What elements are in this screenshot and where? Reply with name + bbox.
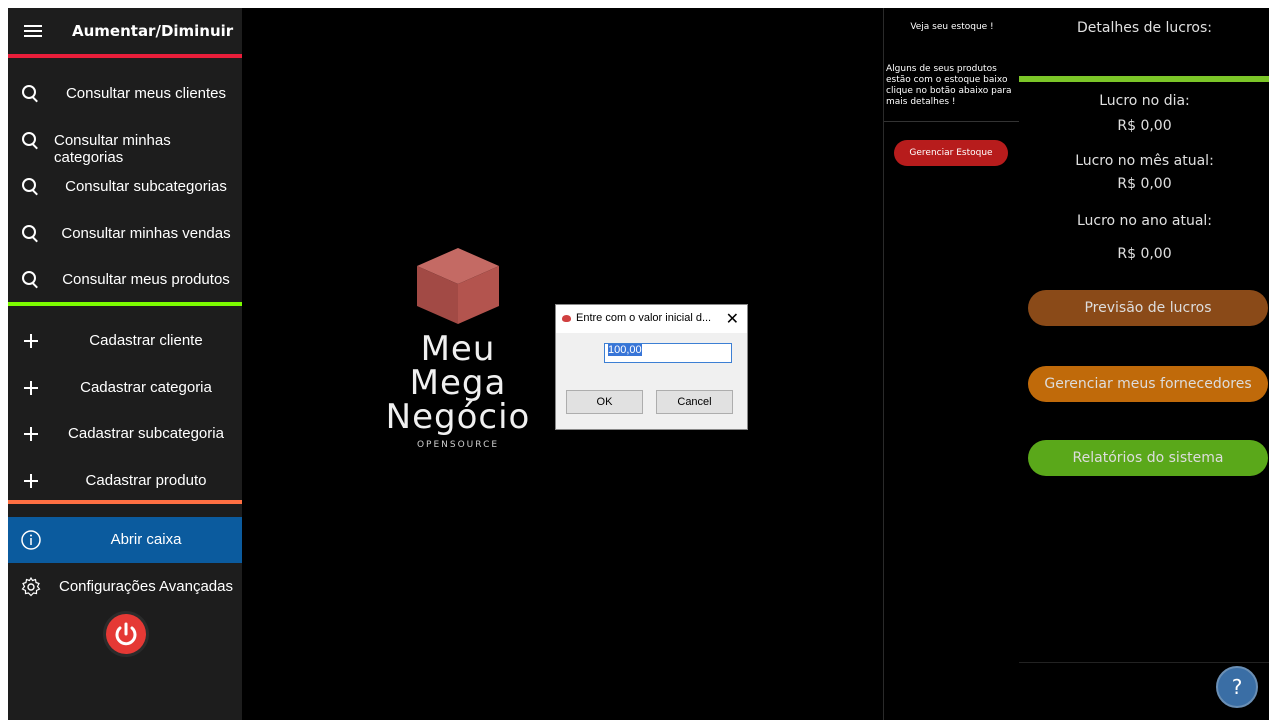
help-button[interactable]: ? bbox=[1216, 666, 1258, 708]
power-button[interactable] bbox=[106, 614, 146, 654]
sidebar-item-label: Cadastrar subcategoria bbox=[68, 425, 224, 442]
search-icon bbox=[20, 130, 42, 152]
profit-title: Detalhes de lucros: bbox=[1076, 20, 1213, 36]
sidebar-item-cadastrar-cliente[interactable]: Cadastrar cliente bbox=[8, 318, 242, 364]
sidebar-item-cadastrar-categoria[interactable]: Cadastrar categoria bbox=[8, 365, 242, 411]
initial-value-input[interactable]: 100,00 bbox=[604, 343, 732, 363]
sidebar-item-label: Abrir caixa bbox=[110, 531, 182, 548]
sidebar-header: Aumentar/Diminuir bbox=[8, 8, 242, 56]
profit-day-label: Lucro no dia: bbox=[1099, 93, 1190, 109]
plus-icon bbox=[20, 470, 42, 492]
sidebar-item-label: Cadastrar categoria bbox=[80, 379, 212, 396]
profit-year-value: R$ 0,00 bbox=[1117, 246, 1172, 262]
header-divider bbox=[8, 54, 242, 58]
stock-divider bbox=[884, 121, 1020, 122]
profit-day-value: R$ 0,00 bbox=[1117, 118, 1172, 134]
profit-divider bbox=[1019, 76, 1269, 82]
sidebar-item-configuracoes[interactable]: Configurações Avançadas bbox=[8, 564, 242, 610]
sidebar-item-consultar-clientes[interactable]: Consultar meus clientes bbox=[8, 71, 242, 117]
search-icon bbox=[20, 83, 42, 105]
ok-button[interactable]: OK bbox=[566, 390, 643, 414]
profit-bottom-divider bbox=[1019, 662, 1269, 663]
sidebar-item-label: Consultar minhas vendas bbox=[61, 225, 231, 242]
app-icon bbox=[562, 315, 571, 322]
close-icon[interactable]: ✕ bbox=[726, 309, 739, 329]
plus-icon bbox=[20, 423, 42, 445]
search-icon bbox=[20, 176, 42, 198]
sidebar-item-consultar-subcategorias[interactable]: Consultar subcategorias bbox=[8, 164, 242, 210]
plus-icon bbox=[20, 330, 42, 352]
plus-icon bbox=[20, 377, 42, 399]
logo-word-3: Negócio bbox=[385, 397, 531, 437]
profit-year-label: Lucro no ano atual: bbox=[1076, 213, 1213, 229]
sidebar-item-label: Consultar meus clientes bbox=[65, 85, 227, 102]
profit-panel: Detalhes de lucros: Lucro no dia: R$ 0,0… bbox=[1019, 8, 1269, 720]
info-icon bbox=[21, 530, 41, 550]
search-divider bbox=[8, 302, 242, 306]
sidebar-item-label: Consultar minhas categorias bbox=[54, 132, 171, 166]
app-window: Aumentar/Diminuir Consultar meus cliente… bbox=[8, 8, 1269, 720]
help-icon: ? bbox=[1231, 675, 1243, 699]
sidebar-item-label: Consultar subcategorias bbox=[65, 178, 227, 195]
input-value: 100,00 bbox=[608, 344, 642, 356]
search-icon bbox=[20, 223, 42, 245]
logo-word-2: Mega bbox=[409, 363, 507, 403]
stock-panel: Veja seu estoque ! Alguns de seus produt… bbox=[883, 8, 1021, 720]
app-logo: Meu Mega Negócio OPENSOURCE bbox=[358, 246, 558, 486]
dialog-title: Entre com o valor inicial d... bbox=[576, 312, 712, 324]
manage-suppliers-button[interactable]: Gerenciar meus fornecedores bbox=[1028, 366, 1268, 402]
manage-stock-button[interactable]: Gerenciar Estoque bbox=[894, 140, 1008, 166]
sidebar-item-label: Cadastrar cliente bbox=[89, 332, 203, 349]
sidebar-item-abrir-caixa[interactable]: Abrir caixa bbox=[8, 517, 242, 563]
input-dialog: Entre com o valor inicial d... ✕ 100,00 … bbox=[555, 304, 748, 430]
sidebar-item-consultar-vendas[interactable]: Consultar minhas vendas bbox=[8, 211, 242, 257]
logo-word-1: Meu bbox=[420, 329, 496, 369]
cancel-button[interactable]: Cancel bbox=[656, 390, 733, 414]
sidebar: Aumentar/Diminuir Consultar meus cliente… bbox=[8, 8, 242, 720]
cube-logo-icon bbox=[417, 248, 499, 324]
sidebar-item-label: Configurações Avançadas bbox=[58, 578, 233, 595]
sidebar-item-label: Cadastrar produto bbox=[85, 472, 207, 489]
sidebar-item-consultar-categorias[interactable]: Consultar minhas categorias bbox=[8, 118, 242, 166]
profit-month-value: R$ 0,00 bbox=[1117, 176, 1172, 192]
power-icon bbox=[115, 622, 137, 646]
sidebar-item-cadastrar-subcategoria[interactable]: Cadastrar subcategoria bbox=[8, 411, 242, 457]
sidebar-item-cadastrar-produto[interactable]: Cadastrar produto bbox=[8, 458, 242, 504]
profit-month-label: Lucro no mês atual: bbox=[1075, 153, 1214, 169]
stock-title: Veja seu estoque ! bbox=[910, 22, 994, 32]
stock-message: Alguns de seus produtos estão com o esto… bbox=[886, 64, 1012, 107]
sidebar-item-consultar-produtos[interactable]: Consultar meus produtos bbox=[8, 257, 242, 303]
search-icon bbox=[20, 269, 42, 291]
sidebar-title[interactable]: Aumentar/Diminuir bbox=[72, 22, 233, 40]
system-reports-button[interactable]: Relatórios do sistema bbox=[1028, 440, 1268, 476]
logo-subtitle: OPENSOURCE bbox=[416, 440, 500, 450]
sidebar-item-label: Consultar meus produtos bbox=[62, 271, 230, 288]
profit-forecast-button[interactable]: Previsão de lucros bbox=[1028, 290, 1268, 326]
dialog-titlebar[interactable]: Entre com o valor inicial d... ✕ bbox=[556, 305, 747, 333]
gear-icon bbox=[21, 576, 41, 597]
add-divider bbox=[8, 500, 242, 504]
hamburger-menu-icon[interactable] bbox=[24, 22, 42, 40]
